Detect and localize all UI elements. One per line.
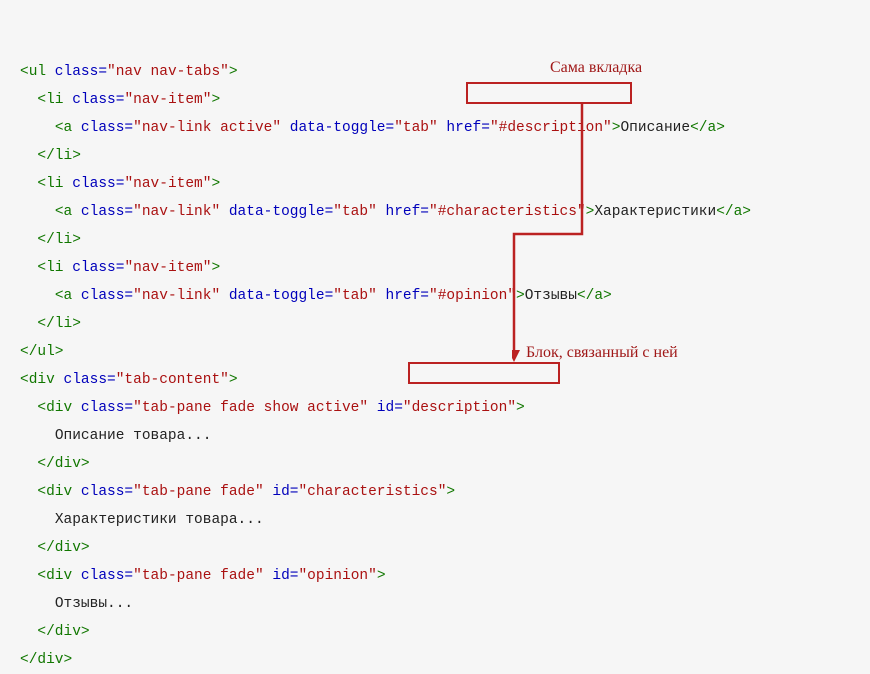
code-token: class= bbox=[72, 484, 133, 500]
code-token: <li bbox=[37, 92, 63, 108]
code-token: > bbox=[211, 92, 220, 108]
code-token: </li> bbox=[37, 232, 81, 248]
code-token: "nav-item" bbox=[124, 176, 211, 192]
code-token: </li> bbox=[37, 148, 81, 164]
code-token: href= bbox=[438, 120, 490, 136]
code-token: class= bbox=[64, 92, 125, 108]
code-token: "tab" bbox=[394, 120, 438, 136]
code-token: class= bbox=[72, 204, 133, 220]
code-token: Характеристики товара... bbox=[55, 512, 264, 528]
code-token: data-toggle= bbox=[220, 288, 333, 304]
code-token: "tab-pane fade" bbox=[133, 484, 264, 500]
code-token: id= bbox=[264, 568, 299, 584]
code-token: "description" bbox=[403, 400, 516, 416]
code-token: class= bbox=[72, 288, 133, 304]
code-token: data-toggle= bbox=[220, 204, 333, 220]
code-token: href= bbox=[377, 204, 429, 220]
code-token: class= bbox=[46, 64, 107, 80]
code-token: > bbox=[516, 288, 525, 304]
code-token: Отзывы... bbox=[55, 596, 133, 612]
code-token: > bbox=[446, 484, 455, 500]
code-token: class= bbox=[72, 400, 133, 416]
code-token: "nav-link" bbox=[133, 288, 220, 304]
code-token: Отзывы bbox=[525, 288, 577, 304]
code-token: </div> bbox=[37, 624, 89, 640]
code-token: "nav-link" bbox=[133, 204, 220, 220]
code-token: > bbox=[211, 176, 220, 192]
code-token: class= bbox=[72, 568, 133, 584]
code-token: "tab" bbox=[333, 288, 377, 304]
code-token: class= bbox=[64, 260, 125, 276]
code-token: > bbox=[229, 64, 238, 80]
code-token: "nav-item" bbox=[124, 260, 211, 276]
code-token: <div bbox=[37, 568, 72, 584]
code-token: id= bbox=[368, 400, 403, 416]
code-token: "opinion" bbox=[298, 568, 376, 584]
code-token: > bbox=[229, 372, 238, 388]
code-token: id= bbox=[264, 484, 299, 500]
code-token: "tab-pane fade" bbox=[133, 568, 264, 584]
code-token: > bbox=[516, 400, 525, 416]
code-token: </div> bbox=[37, 456, 89, 472]
annotation-top: Сама вкладка bbox=[550, 54, 642, 82]
code-token: </a> bbox=[577, 288, 612, 304]
code-token: <a bbox=[55, 120, 72, 136]
code-token: "nav-item" bbox=[124, 92, 211, 108]
code-token: "#characteristics" bbox=[429, 204, 586, 220]
code-token: data-toggle= bbox=[281, 120, 394, 136]
code-token: class= bbox=[64, 176, 125, 192]
code-token: "#opinion" bbox=[429, 288, 516, 304]
code-token: "characteristics" bbox=[298, 484, 446, 500]
code-token: <li bbox=[37, 260, 63, 276]
code-token: Описание bbox=[620, 120, 690, 136]
code-token: <div bbox=[37, 484, 72, 500]
code-token: <ul bbox=[20, 64, 46, 80]
code-token: </ul> bbox=[20, 344, 64, 360]
code-token: </div> bbox=[37, 540, 89, 556]
code-token: </div> bbox=[20, 652, 72, 668]
code-token: <a bbox=[55, 288, 72, 304]
code-token: href= bbox=[377, 288, 429, 304]
code-token: <div bbox=[20, 372, 55, 388]
annotation-bottom: Блок, связанный с ней bbox=[526, 339, 678, 367]
code-token: "tab-content" bbox=[116, 372, 229, 388]
code-token: > bbox=[377, 568, 386, 584]
code-token: "tab" bbox=[333, 204, 377, 220]
code-token: "tab-pane fade show active" bbox=[133, 400, 368, 416]
code-token: Описание товара... bbox=[55, 428, 212, 444]
code-token: > bbox=[211, 260, 220, 276]
code-token: </li> bbox=[37, 316, 81, 332]
code-token: </a> bbox=[716, 204, 751, 220]
code-token: class= bbox=[72, 120, 133, 136]
code-token: <li bbox=[37, 176, 63, 192]
code-token: <div bbox=[37, 400, 72, 416]
code-token: <a bbox=[55, 204, 72, 220]
code-token: "nav-link active" bbox=[133, 120, 281, 136]
code-token: Характеристики bbox=[594, 204, 716, 220]
code-token: class= bbox=[55, 372, 116, 388]
code-token: "nav nav-tabs" bbox=[107, 64, 229, 80]
code-token: </a> bbox=[690, 120, 725, 136]
code-token: "#description" bbox=[490, 120, 612, 136]
